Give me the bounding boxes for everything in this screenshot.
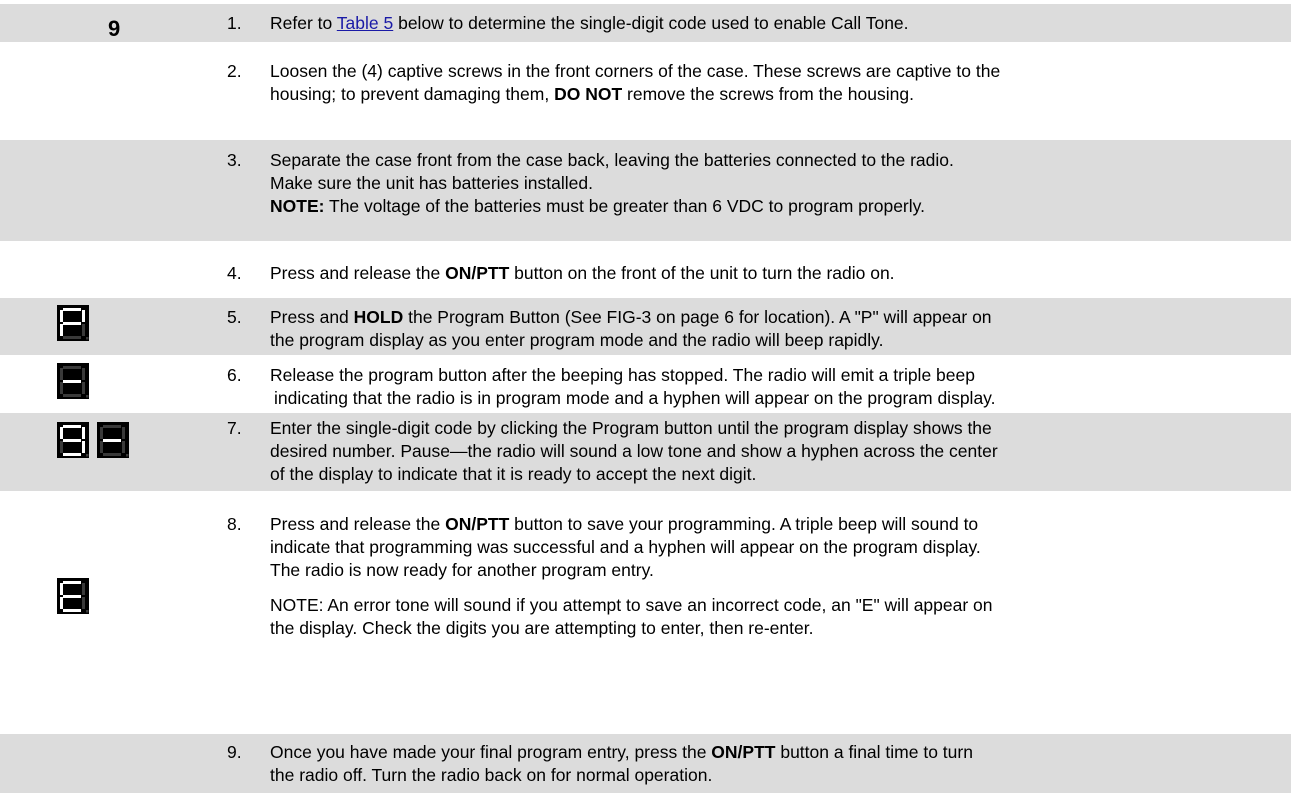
step-2-text: Loosen the (4) captive screws in the fro…: [270, 61, 1001, 104]
step-9-number: 9.: [227, 742, 242, 762]
step-8-text: Press and release the ON/PTT button to s…: [270, 514, 993, 638]
display-p-icon: [57, 305, 89, 341]
step-7-text: Enter the single-digit code by clicking …: [270, 418, 998, 484]
display-e-icon: [57, 578, 89, 614]
step-4-text: Press and release the ON/PTT button on t…: [270, 263, 895, 283]
step-2-number: 2.: [227, 61, 242, 81]
step-9-text: Once you have made your final program en…: [270, 742, 973, 785]
step-5-text: Press and HOLD the Program Button (See F…: [270, 307, 992, 350]
step-3-number: 3.: [227, 150, 242, 170]
step-number: 9: [108, 16, 121, 41]
step-8-number: 8.: [227, 514, 242, 534]
table-5-link[interactable]: Table 5: [337, 13, 393, 33]
step-7-number: 7.: [227, 418, 242, 438]
display-hyphen-icon: [57, 363, 89, 399]
step-4-number: 4.: [227, 263, 242, 283]
step-6-text: Release the program button after the bee…: [270, 365, 996, 408]
step-5-number: 5.: [227, 307, 242, 327]
step-1-text: Refer to Table 5 below to determine the …: [270, 13, 909, 33]
display-hyphen-icon: [97, 422, 129, 458]
display-digit-9-icon: [57, 422, 89, 458]
step-3-text: Separate the case front from the case ba…: [270, 150, 954, 216]
step-1-number: 1.: [227, 13, 242, 33]
step-6-number: 6.: [227, 365, 242, 385]
